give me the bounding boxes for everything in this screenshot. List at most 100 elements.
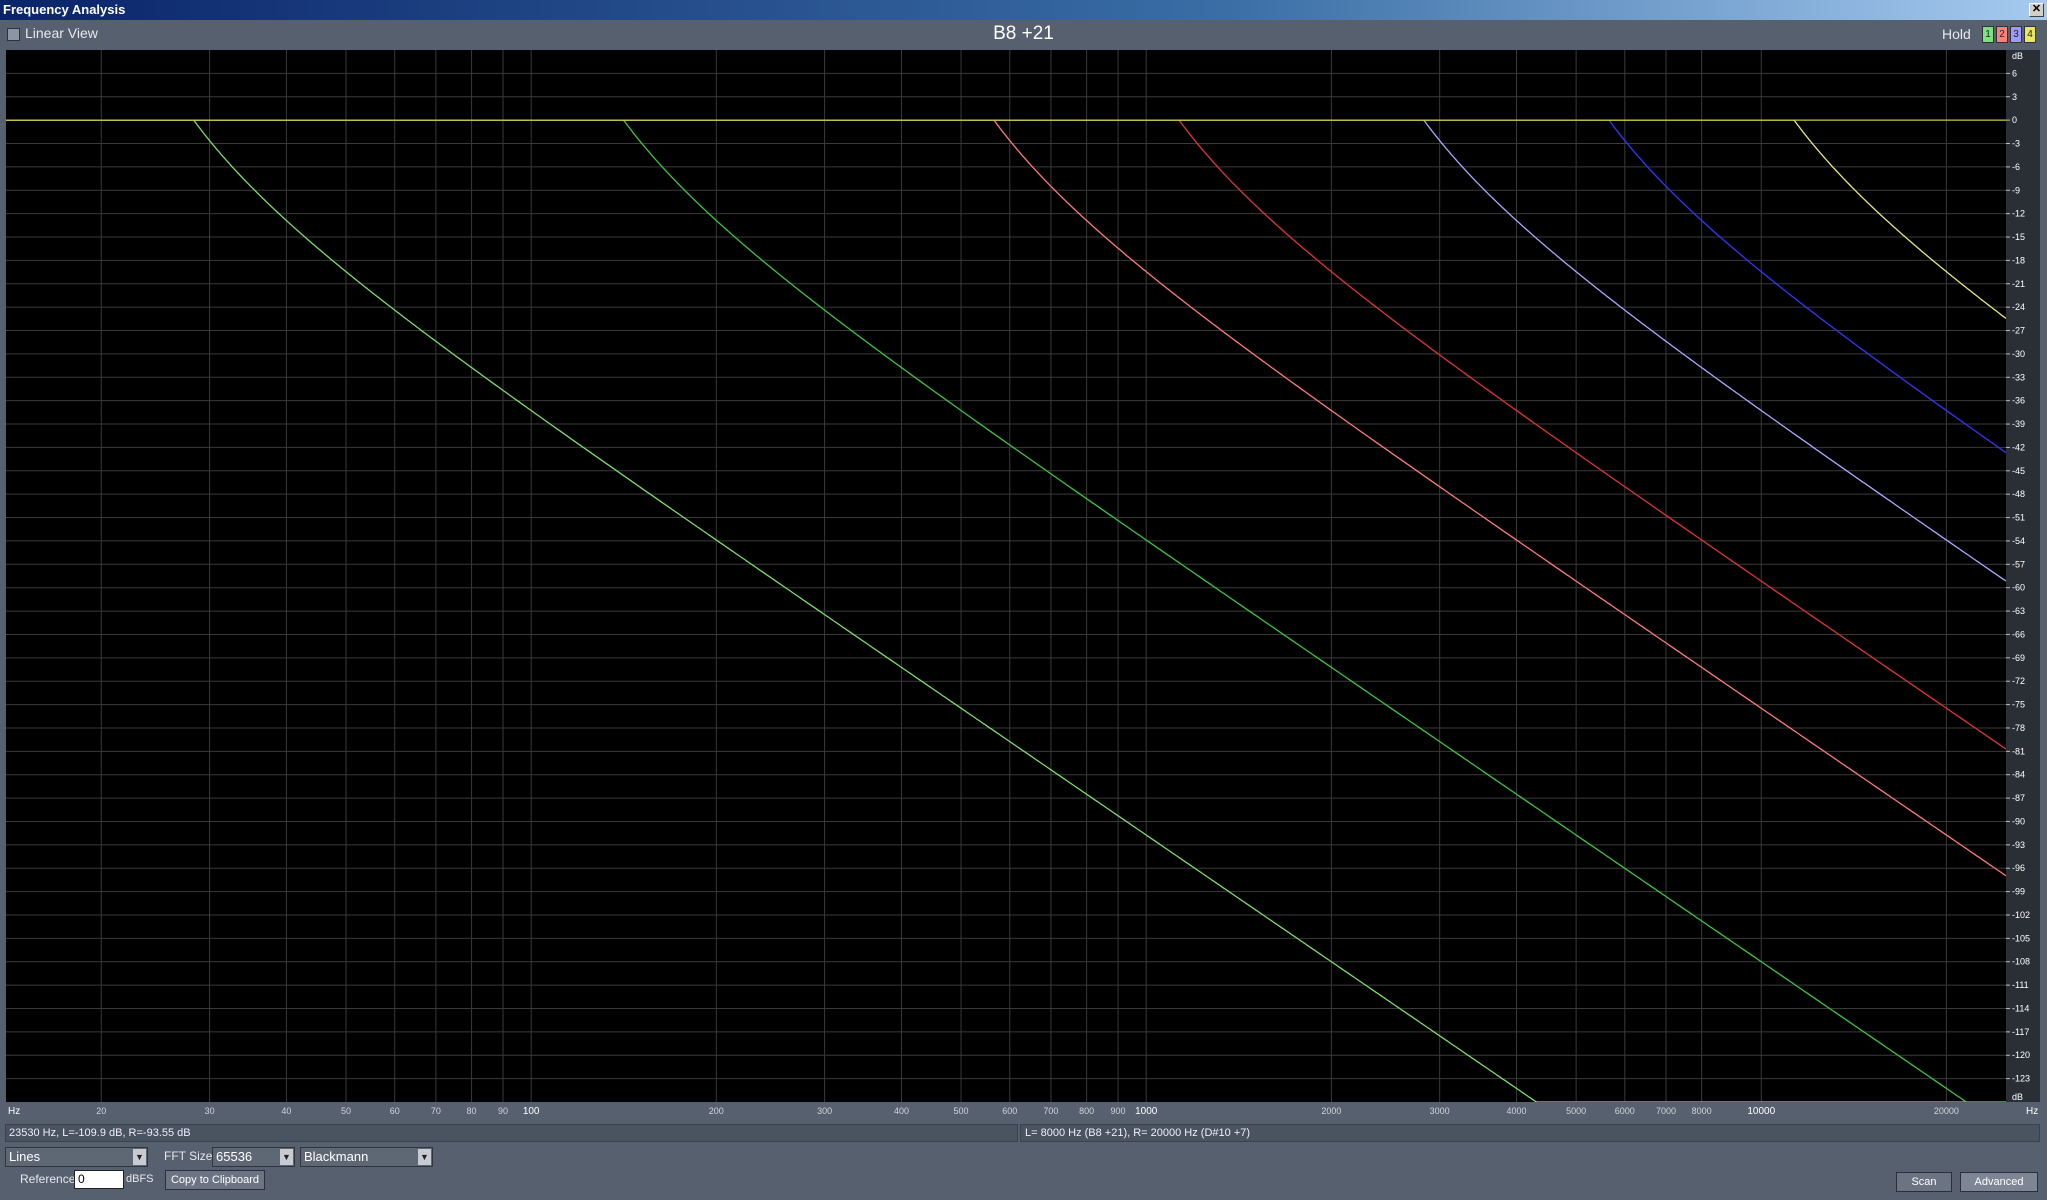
y-tick-label: -93 [2012,840,2025,850]
fft-size-value: 65536 [216,1149,253,1164]
y-axis-top-label: dB [2012,51,2023,61]
y-tick-label: -117 [2012,1027,2029,1037]
reference-unit: dBFS [126,1173,154,1185]
x-tick-label: 70 [431,1106,441,1116]
y-tick-label: -12 [2012,209,2025,219]
x-tick-label: 10000 [1747,1106,1775,1117]
hold-button-2[interactable]: 2 [1996,26,2008,43]
y-tick-label: -81 [2012,746,2025,756]
title-bar: Frequency Analysis ✕ [0,0,2047,20]
y-tick-label: -9 [2012,185,2020,195]
window-function-value: Blackmann [304,1149,369,1164]
window-function-select[interactable]: Blackmann ▼ [300,1147,433,1167]
y-tick-label: -69 [2012,653,2025,663]
spectrum-chart[interactable] [6,50,2006,1102]
y-tick-label: -123 [2012,1074,2030,1084]
x-tick-label: 5000 [1566,1106,1586,1116]
y-tick-label: -120 [2012,1050,2030,1060]
y-axis-bottom-label: dB [2012,1092,2023,1102]
close-icon[interactable]: ✕ [2029,3,2044,17]
spectrum-series-6 [6,119,2006,454]
window-title: Frequency Analysis [3,2,126,17]
x-tick-label: 800 [1079,1106,1094,1116]
y-tick-label: -99 [2012,887,2025,897]
x-tick-label: 400 [894,1106,909,1116]
spectrum-series-4 [6,119,2006,750]
note-title: B8 +21 [993,23,1054,44]
chevron-down-icon[interactable]: ▼ [280,1149,293,1165]
spectrum-series-7 [6,119,2006,320]
x-axis-unit-right: Hz [2026,1106,2038,1117]
x-tick-label: 700 [1043,1106,1058,1116]
x-tick-label: 8000 [1692,1106,1712,1116]
cursor-readout: 23530 Hz, L=-109.9 dB, R=-93.55 dB [5,1124,1018,1142]
reference-label: Reference [20,1172,76,1186]
x-tick-label: 60 [390,1106,400,1116]
y-tick-label: -57 [2012,559,2025,569]
y-tick-label: -45 [2012,466,2025,476]
x-tick-label: 7000 [1656,1106,1676,1116]
chevron-down-icon[interactable]: ▼ [418,1149,431,1165]
y-tick-label: -87 [2012,793,2025,803]
x-tick-label: 20 [96,1106,106,1116]
x-tick-label: 50 [341,1106,351,1116]
x-tick-label: 1000 [1135,1106,1158,1117]
y-tick-label: -18 [2012,255,2025,265]
hold-button-3[interactable]: 3 [2010,26,2022,43]
spectrum-series-3 [6,119,2006,877]
y-tick-label: -54 [2012,536,2025,546]
y-tick-label: -30 [2012,349,2025,359]
y-tick-label: -36 [2012,396,2025,406]
x-tick-label: 100 [523,1106,540,1117]
x-tick-label: 4000 [1506,1106,1526,1116]
y-tick-label: -72 [2012,676,2025,686]
x-tick-label: 40 [281,1106,291,1116]
display-mode-select[interactable]: Lines ▼ [5,1147,148,1167]
x-tick-label: 20000 [1934,1106,1959,1116]
x-tick-label: 500 [954,1106,969,1116]
copy-to-clipboard-button[interactable]: Copy to Clipboard [165,1170,265,1190]
y-tick-label: -15 [2012,232,2025,242]
y-tick-label: 3 [2012,92,2017,102]
y-tick-label: -111 [2012,980,2029,990]
y-tick-label: -90 [2012,816,2025,826]
y-tick-label: -42 [2012,442,2025,452]
y-tick-label: -108 [2012,957,2030,967]
y-tick-label: -75 [2012,700,2025,710]
chevron-down-icon[interactable]: ▼ [133,1149,146,1165]
advanced-button[interactable]: Advanced [1960,1172,2038,1192]
frequency-analysis-window: Frequency Analysis ✕ Linear View B8 +21 … [0,0,2047,1200]
y-tick-label: -51 [2012,513,2025,523]
x-tick-label: 80 [467,1106,477,1116]
y-tick-label: -84 [2012,770,2025,780]
hold-button-4[interactable]: 4 [2024,26,2036,43]
y-tick-label: -3 [2012,139,2020,149]
display-mode-value: Lines [9,1149,41,1164]
fft-size-select[interactable]: 65536 ▼ [212,1147,295,1167]
fft-size-label: FFT Size [164,1149,213,1163]
x-tick-label: 300 [817,1106,832,1116]
x-axis-unit-left: Hz [8,1106,20,1117]
y-tick-label: -24 [2012,302,2025,312]
x-tick-label: 600 [1002,1106,1017,1116]
x-tick-label: 3000 [1430,1106,1450,1116]
spectrum-series-5 [6,119,2006,582]
y-tick-label: -105 [2012,933,2030,943]
y-tick-label: -96 [2012,863,2025,873]
spectrum-plot[interactable] [6,50,2006,1102]
y-tick-label: -63 [2012,606,2025,616]
x-tick-label: 6000 [1615,1106,1635,1116]
toolbar: Linear View B8 +21 Hold 1 2 3 4 [0,20,2047,50]
y-tick-label: -114 [2012,1003,2029,1013]
y-tick-label: -27 [2012,326,2025,336]
x-tick-label: 2000 [1321,1106,1341,1116]
marker-readout: L= 8000 Hz (B8 +21), R= 20000 Hz (D#10 +… [1020,1124,2040,1142]
hold-button-1[interactable]: 1 [1982,26,1994,43]
reference-input[interactable]: 0 [74,1170,124,1189]
y-tick-label: -39 [2012,419,2025,429]
y-tick-label: -33 [2012,372,2025,382]
x-axis: Hz 20 30 40 50 60 70 80 90 100 200 300 400 500 600 700 8… [6,1102,2040,1120]
y-tick-label: -21 [2012,279,2025,289]
scan-button[interactable]: Scan [1896,1172,1952,1192]
y-tick-label: -78 [2012,723,2025,733]
